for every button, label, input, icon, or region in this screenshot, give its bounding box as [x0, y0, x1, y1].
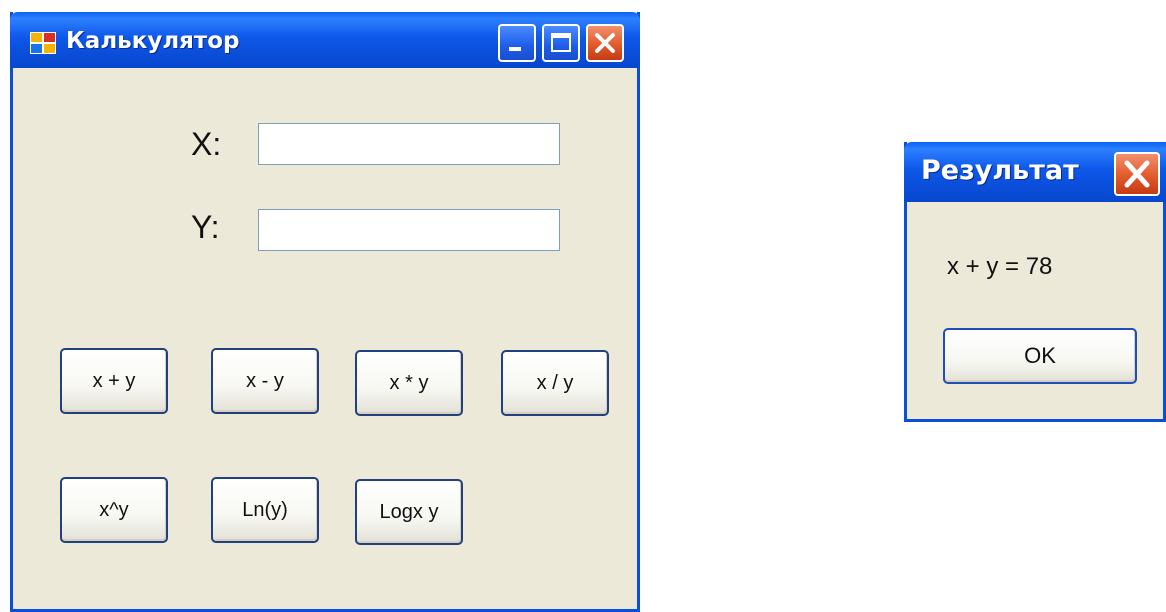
add-button[interactable]: x + y [60, 348, 168, 414]
subtract-button[interactable]: x - y [211, 348, 319, 414]
maximize-button[interactable] [542, 24, 580, 62]
ok-button[interactable]: OK [943, 328, 1137, 384]
result-titlebar[interactable]: Результат [904, 142, 1166, 202]
result-close-button[interactable] [1114, 152, 1160, 196]
minimize-icon [509, 47, 521, 51]
close-icon [595, 33, 615, 53]
result-dialog: Результат x + y = 78 OK [904, 142, 1166, 422]
y-input[interactable] [258, 209, 560, 251]
x-input[interactable] [258, 123, 560, 165]
close-button[interactable] [586, 24, 624, 62]
x-label: X: [191, 126, 222, 162]
result-title: Результат [921, 155, 1079, 186]
divide-button[interactable]: x / y [501, 350, 609, 416]
maximize-icon [551, 33, 571, 52]
calculator-titlebar[interactable]: Калькулятор [10, 12, 640, 68]
power-button[interactable]: x^y [60, 477, 168, 543]
app-icon [30, 32, 56, 54]
log-button[interactable]: Logx y [355, 479, 463, 545]
multiply-button[interactable]: x * y [355, 350, 463, 416]
calculator-window: Калькулятор X: Y: x + y x - y x * y x / … [10, 12, 640, 612]
calculator-title: Калькулятор [66, 28, 240, 54]
ln-button[interactable]: Ln(y) [211, 477, 319, 543]
result-message: x + y = 78 [947, 253, 1053, 280]
minimize-button[interactable] [498, 24, 536, 62]
y-label: Y: [191, 209, 220, 245]
close-icon [1124, 160, 1150, 188]
